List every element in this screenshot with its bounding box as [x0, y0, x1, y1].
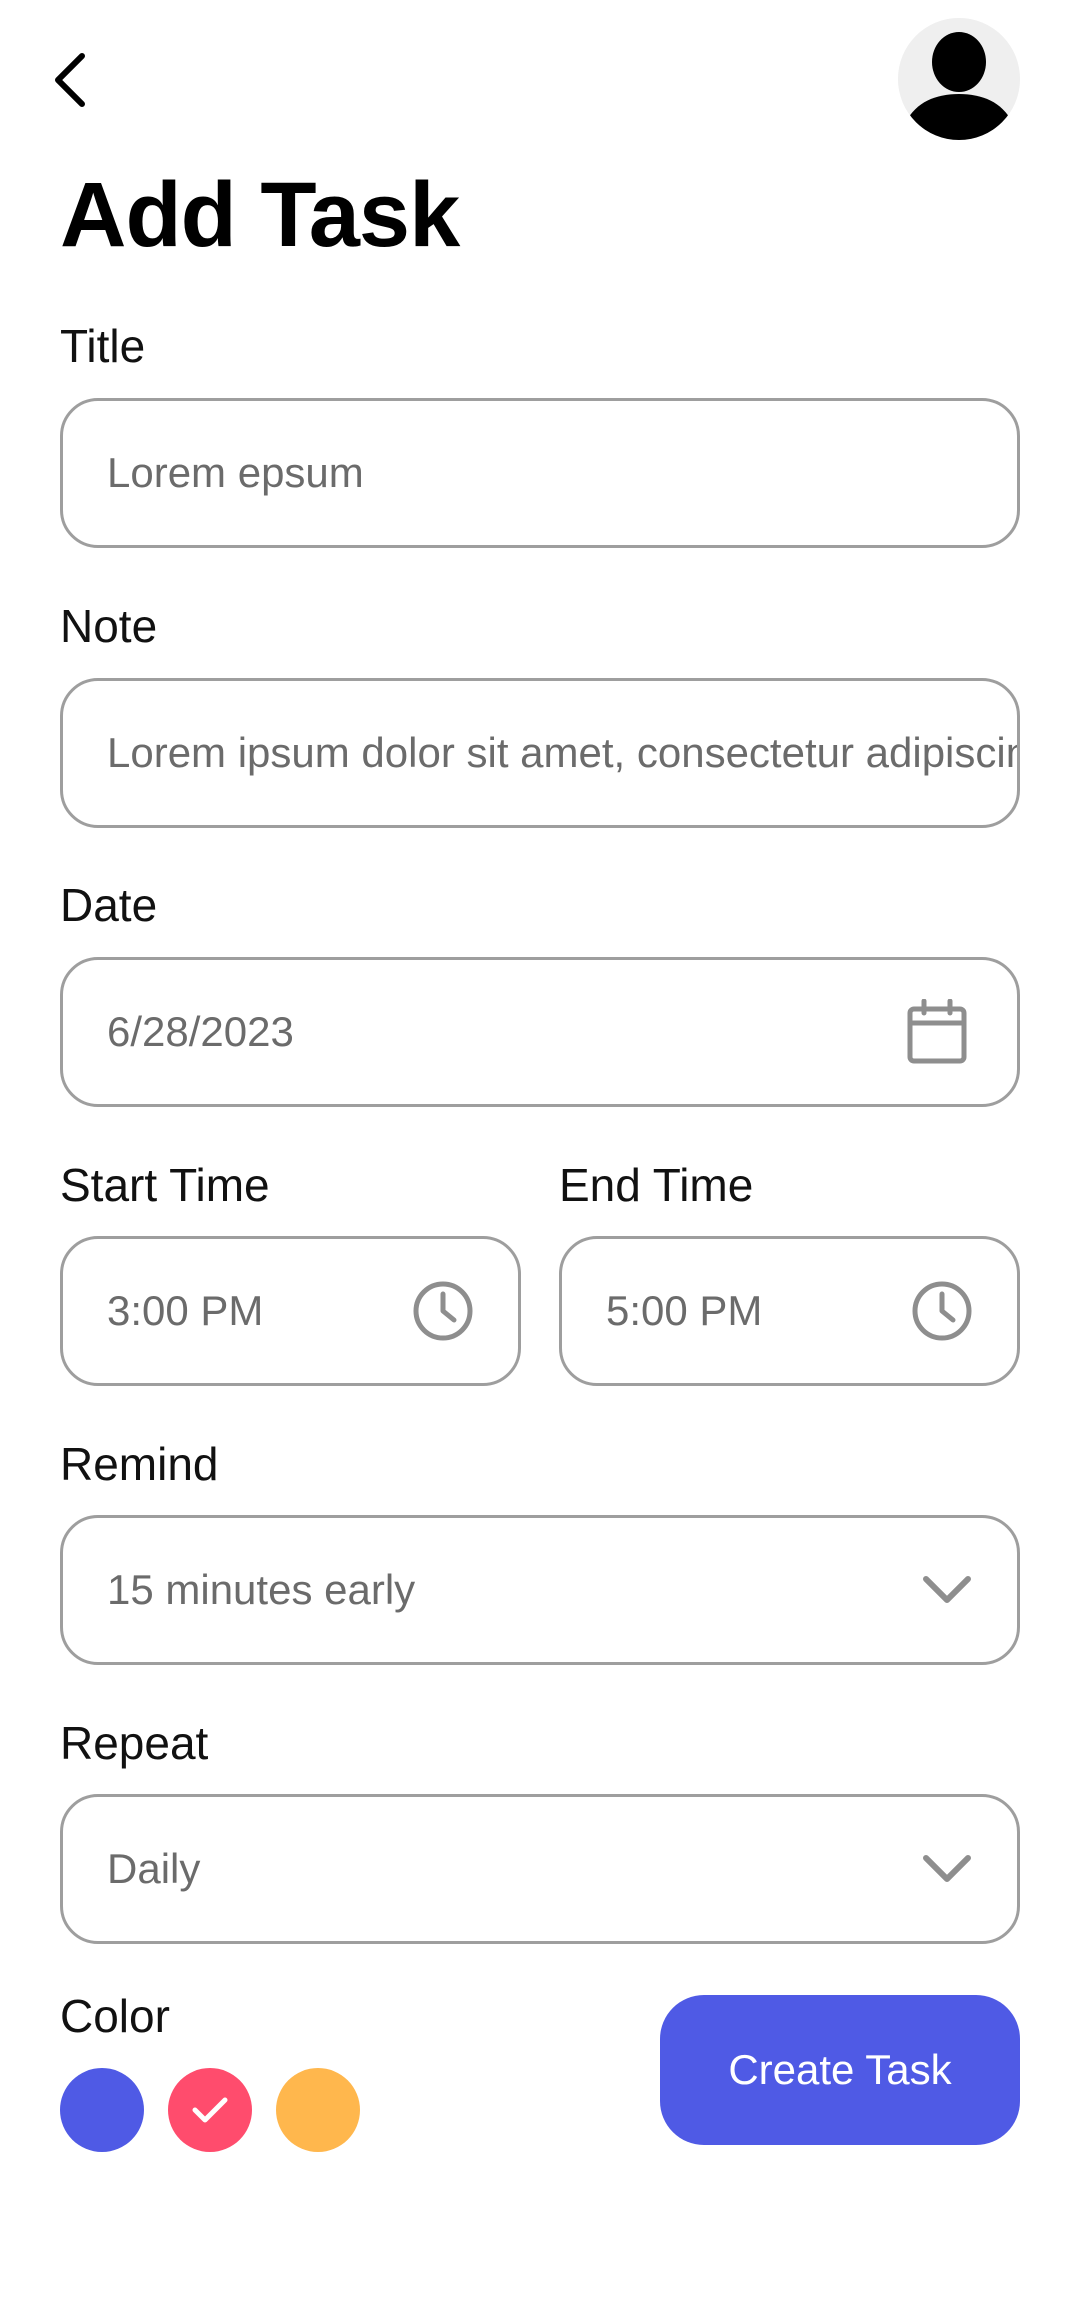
note-field[interactable]: Lorem ipsum dolor sit amet, consectetur …	[60, 678, 1020, 828]
remind-label: Remind	[60, 1438, 219, 1490]
chevron-down-icon	[923, 1855, 971, 1882]
note-value: Lorem ipsum dolor sit amet, consectetur …	[107, 729, 1017, 776]
color-label: Color	[60, 1990, 170, 2042]
chevron-left-icon	[55, 53, 85, 107]
date-field[interactable]: 6/28/2023	[60, 957, 1020, 1107]
color-swatch-orange[interactable]	[276, 2068, 360, 2152]
date-label: Date	[60, 879, 158, 931]
repeat-label: Repeat	[60, 1717, 209, 1769]
repeat-select[interactable]: Daily	[60, 1794, 1020, 1944]
end-time-field[interactable]: 5:00 PM	[559, 1236, 1020, 1386]
start-time-label: Start Time	[60, 1159, 270, 1211]
add-task-screen: Add Task Title Lorem epsum Note Lorem ip…	[0, 0, 1080, 2297]
user-avatar[interactable]	[898, 18, 1020, 140]
color-swatch-pink[interactable]	[168, 2068, 252, 2152]
user-avatar-icon	[898, 18, 1020, 140]
back-button[interactable]	[40, 40, 100, 120]
page-title: Add Task	[60, 164, 460, 266]
end-time-label: End Time	[559, 1159, 754, 1211]
title-label: Title	[60, 320, 146, 372]
note-label: Note	[60, 600, 158, 652]
title-value: Lorem epsum	[107, 449, 364, 496]
remind-dropdown-toggle[interactable]	[877, 1518, 1017, 1662]
remind-value: 15 minutes early	[107, 1566, 416, 1613]
date-value: 6/28/2023	[107, 1008, 294, 1055]
color-swatch-blue[interactable]	[60, 2068, 144, 2152]
chevron-down-icon	[923, 1576, 971, 1603]
create-task-button[interactable]: Create Task	[660, 1995, 1020, 2145]
start-time-field[interactable]: 3:00 PM	[60, 1236, 521, 1386]
start-time-picker-trigger[interactable]	[368, 1239, 518, 1383]
clock-icon	[413, 1281, 473, 1341]
calendar-icon	[907, 999, 967, 1064]
repeat-value: Daily	[107, 1845, 201, 1892]
end-time-value: 5:00 PM	[606, 1287, 763, 1334]
date-picker-trigger[interactable]	[857, 960, 1017, 1104]
repeat-dropdown-toggle[interactable]	[877, 1797, 1017, 1941]
remind-select[interactable]: 15 minutes early	[60, 1515, 1020, 1665]
clock-icon	[912, 1281, 972, 1341]
title-field[interactable]: Lorem epsum	[60, 398, 1020, 548]
checkmark-icon	[192, 2097, 228, 2123]
start-time-value: 3:00 PM	[107, 1287, 264, 1334]
end-time-picker-trigger[interactable]	[867, 1239, 1017, 1383]
